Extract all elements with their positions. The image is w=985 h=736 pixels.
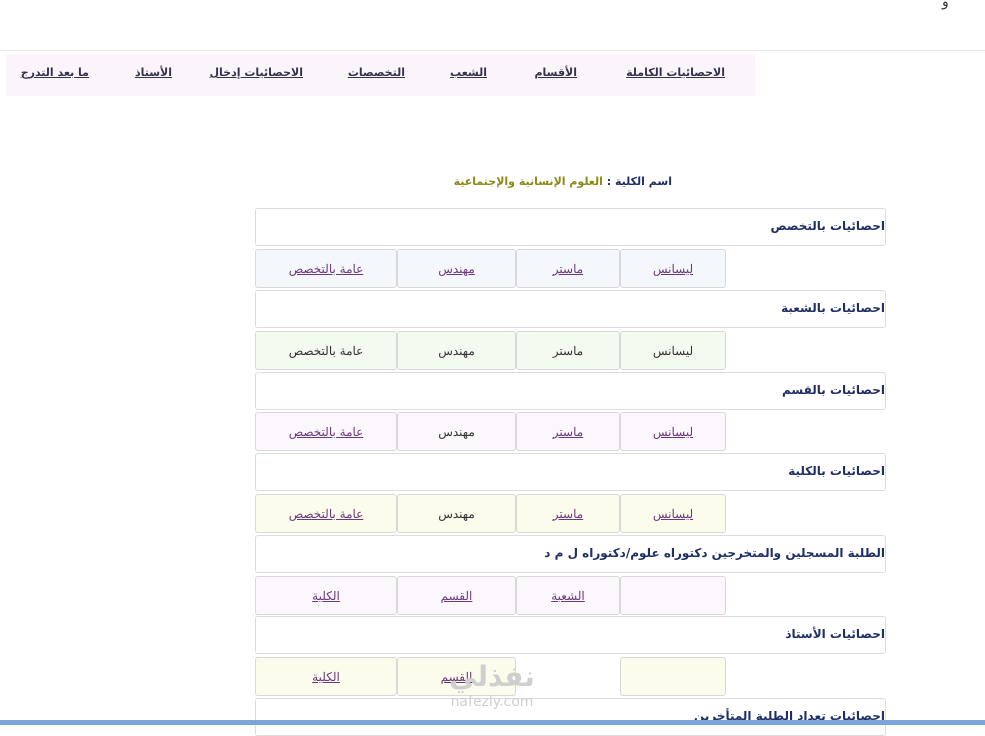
nav-full-statistics[interactable]: الاحصائيات الكاملة [626, 66, 725, 79]
nav-statistics-entry[interactable]: الاحصائيات إدخال [209, 66, 303, 79]
nav-professor[interactable]: الأستاذ [135, 66, 172, 79]
section-title: احصائيات بالكلية [788, 464, 885, 478]
empty-cell [620, 576, 726, 615]
section-title: احصائيات بالشعبة [781, 301, 885, 315]
nav-branches[interactable]: الشعب [450, 66, 487, 79]
engineer-cell: مهندس [397, 494, 516, 533]
college-name: اسم الكلية : العلوم الإنسانية والإجتماعي… [454, 175, 672, 188]
college-value: العلوم الإنسانية والإجتماعية [453, 175, 603, 188]
empty-cell [516, 657, 620, 696]
empty-cell [620, 657, 726, 696]
general-specialization-link[interactable]: عامة بالتخصص [255, 494, 397, 533]
master-link[interactable]: ماستر [516, 494, 620, 533]
section-title: احصائيات بالقسم [781, 383, 885, 397]
engineer-link[interactable]: مهندس [397, 249, 516, 288]
section-title: الطلبة المسجلين والمتخرجين دكتوراه علوم/… [544, 546, 885, 560]
top-edge-glyph: و [942, 0, 949, 10]
general-specialization-cell: عامة بالتخصص [255, 331, 397, 370]
college-label: اسم الكلية : [606, 175, 672, 188]
section-header-department: احصائيات بالقسم [255, 372, 886, 410]
bottom-edge-bar [0, 720, 985, 725]
section-header-branch: احصائيات بالشعبة [255, 290, 886, 328]
master-link[interactable]: ماستر [516, 249, 620, 288]
section-title: احصائيات الأستاذ [785, 627, 885, 641]
branch-link[interactable]: الشعبة [516, 576, 620, 615]
licence-link[interactable]: ليسانس [620, 249, 726, 288]
college-link[interactable]: الكلية [255, 576, 397, 615]
section-header-professor: احصائيات الأستاذ [255, 616, 886, 654]
header-divider [0, 50, 985, 51]
department-link[interactable]: القسم [397, 657, 516, 696]
college-link[interactable]: الكلية [255, 657, 397, 696]
master-link[interactable]: ماستر [516, 412, 620, 451]
section-header-doctorate: الطلبة المسجلين والمتخرجين دكتوراه علوم/… [255, 535, 886, 573]
section-header-late-students: احصائيات تعداد الطلبة المتأخرين [255, 698, 886, 736]
section-title: احصائيات بالتخصص [770, 219, 886, 233]
general-specialization-link[interactable]: عامة بالتخصص [255, 249, 397, 288]
licence-link[interactable]: ليسانس [620, 494, 726, 533]
engineer-cell: مهندس [397, 412, 516, 451]
licence-cell: ليسانس [620, 331, 726, 370]
section-header-specialization: احصائيات بالتخصص [255, 208, 886, 246]
general-specialization-link[interactable]: عامة بالتخصص [255, 412, 397, 451]
engineer-cell: مهندس [397, 331, 516, 370]
nav-specializations[interactable]: التخصصات [348, 66, 405, 79]
department-link[interactable]: القسم [397, 576, 516, 615]
licence-link[interactable]: ليسانس [620, 412, 726, 451]
top-navigation: الاحصائيات الكاملة الأقسام الشعب التخصصا… [6, 54, 755, 96]
master-cell: ماستر [516, 331, 620, 370]
nav-postgraduate[interactable]: ما بعد التدرج [21, 66, 89, 79]
section-header-college: احصائيات بالكلية [255, 453, 886, 491]
nav-departments[interactable]: الأقسام [534, 66, 577, 79]
